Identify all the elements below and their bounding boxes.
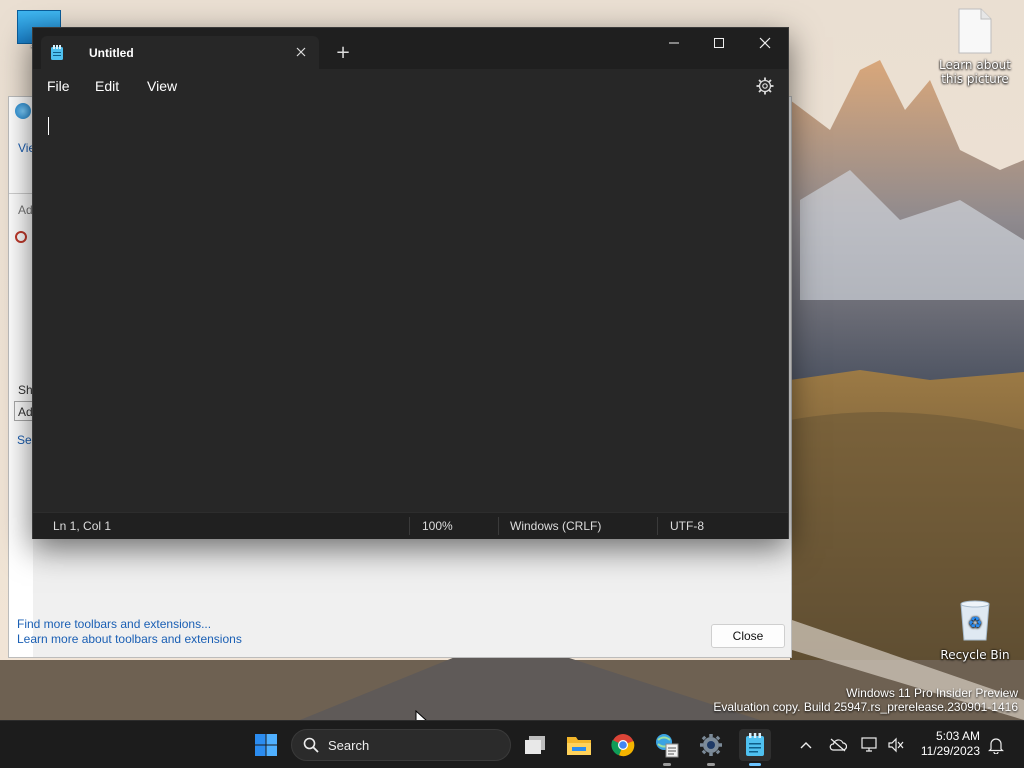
plus-icon: + — [335, 41, 351, 63]
show-hidden-icons-button[interactable] — [796, 735, 816, 755]
find-more-toolbars-link[interactable]: Find more toolbars and extensions... — [17, 617, 242, 632]
status-divider — [657, 517, 658, 535]
running-indicator — [663, 763, 671, 766]
blocked-icon — [15, 231, 27, 243]
close-icon — [759, 37, 771, 49]
desktop-icon-label: Learn about this picture — [939, 58, 1011, 86]
watermark-line-2: Evaluation copy. Build 25947.rs_prerelea… — [713, 700, 1018, 714]
menu-view[interactable]: View — [147, 78, 177, 94]
status-zoom: 100% — [422, 519, 453, 533]
clock-time: 5:03 AM — [935, 729, 980, 743]
taskbar-settings[interactable] — [695, 729, 727, 766]
new-tab-button[interactable]: + — [333, 41, 353, 63]
notepad-window: Untitled + File Edit View Ln 1, Col 1 10… — [32, 27, 789, 539]
volume-tray[interactable] — [886, 735, 906, 755]
taskbar-notepad[interactable] — [739, 729, 771, 766]
task-view-icon — [525, 736, 545, 754]
dialog-fragment: Ad — [18, 405, 33, 419]
notepad-icon — [51, 45, 63, 60]
network-monitor-icon — [861, 737, 877, 752]
active-indicator — [749, 763, 761, 766]
dialog-fragment: Sh — [18, 383, 33, 397]
text-editor[interactable] — [33, 101, 788, 511]
maximize-button[interactable] — [696, 28, 742, 58]
chrome-icon — [611, 734, 635, 757]
status-divider — [498, 517, 499, 535]
close-icon — [296, 47, 306, 57]
dialog-divider — [9, 193, 33, 194]
watermark-line-1: Windows 11 Pro Insider Preview — [846, 686, 1018, 700]
chevron-up-icon — [800, 742, 812, 749]
status-divider — [409, 517, 410, 535]
search-icon — [303, 737, 319, 753]
dialog-left-pane — [9, 97, 33, 657]
svg-text:♻: ♻ — [968, 613, 982, 632]
status-position: Ln 1, Col 1 — [53, 519, 112, 533]
folder-icon — [567, 737, 591, 755]
footer-links: Find more toolbars and extensions... Lea… — [17, 617, 242, 647]
recycle-bin-icon: ♻ — [960, 600, 990, 641]
minimize-button[interactable] — [651, 28, 697, 58]
clock-date: 11/29/2023 — [920, 744, 980, 758]
maximize-icon — [714, 38, 724, 48]
bell-icon — [988, 738, 1004, 754]
tab-bar: Untitled + — [33, 28, 788, 69]
text-caret — [48, 117, 49, 135]
desktop-icon-label: Recycle Bin — [940, 648, 1010, 662]
desktop-icon-learn-picture[interactable]: Learn about this picture — [938, 8, 1012, 86]
close-button[interactable]: Close — [711, 624, 785, 648]
running-indicator — [707, 763, 715, 766]
globe-checklist-icon — [656, 734, 679, 758]
taskbar: Search 5:03 AM 11/29/2023 — [0, 720, 1024, 768]
close-tab-button[interactable] — [291, 42, 311, 62]
status-encoding: UTF-8 — [670, 519, 704, 533]
dialog-fragment: Ad — [18, 203, 33, 217]
cloud-offline-icon — [829, 738, 847, 752]
menu-edit[interactable]: Edit — [95, 78, 119, 94]
menu-bar: File Edit View — [33, 69, 788, 101]
tab-untitled[interactable]: Untitled — [41, 36, 319, 69]
gear-icon — [700, 734, 722, 756]
document-icon — [958, 8, 992, 54]
tab-title: Untitled — [89, 46, 134, 60]
taskbar-task-view[interactable] — [519, 729, 551, 761]
minimize-icon — [669, 42, 679, 44]
evaluation-watermark: Windows 11 Pro Insider Preview Evaluatio… — [713, 686, 1018, 714]
start-button[interactable] — [250, 729, 282, 761]
windows-logo-icon — [255, 734, 277, 756]
network-tray[interactable] — [860, 735, 880, 755]
taskbar-ie-tool[interactable] — [651, 729, 683, 766]
notifications-button[interactable] — [986, 735, 1006, 755]
close-window-button[interactable] — [742, 28, 788, 58]
speaker-muted-icon — [888, 737, 904, 753]
status-bar: Ln 1, Col 1 100% Windows (CRLF) UTF-8 — [33, 512, 788, 539]
taskbar-file-explorer[interactable] — [563, 729, 595, 761]
taskbar-chrome[interactable] — [607, 729, 639, 761]
menu-file[interactable]: File — [47, 78, 70, 94]
notepad-icon — [746, 733, 764, 756]
desktop-icon-recycle-bin[interactable]: ♻ Recycle Bin — [940, 598, 1010, 662]
gear-icon[interactable] — [755, 76, 775, 96]
taskbar-search[interactable]: Search — [291, 729, 511, 761]
status-line-ending: Windows (CRLF) — [510, 519, 602, 533]
search-label: Search — [328, 738, 370, 753]
taskbar-clock[interactable]: 5:03 AM 11/29/2023 — [914, 729, 980, 759]
ie-icon — [15, 103, 31, 119]
learn-more-toolbars-link[interactable]: Learn more about toolbars and extensions — [17, 632, 242, 647]
onedrive-tray[interactable] — [828, 735, 848, 755]
